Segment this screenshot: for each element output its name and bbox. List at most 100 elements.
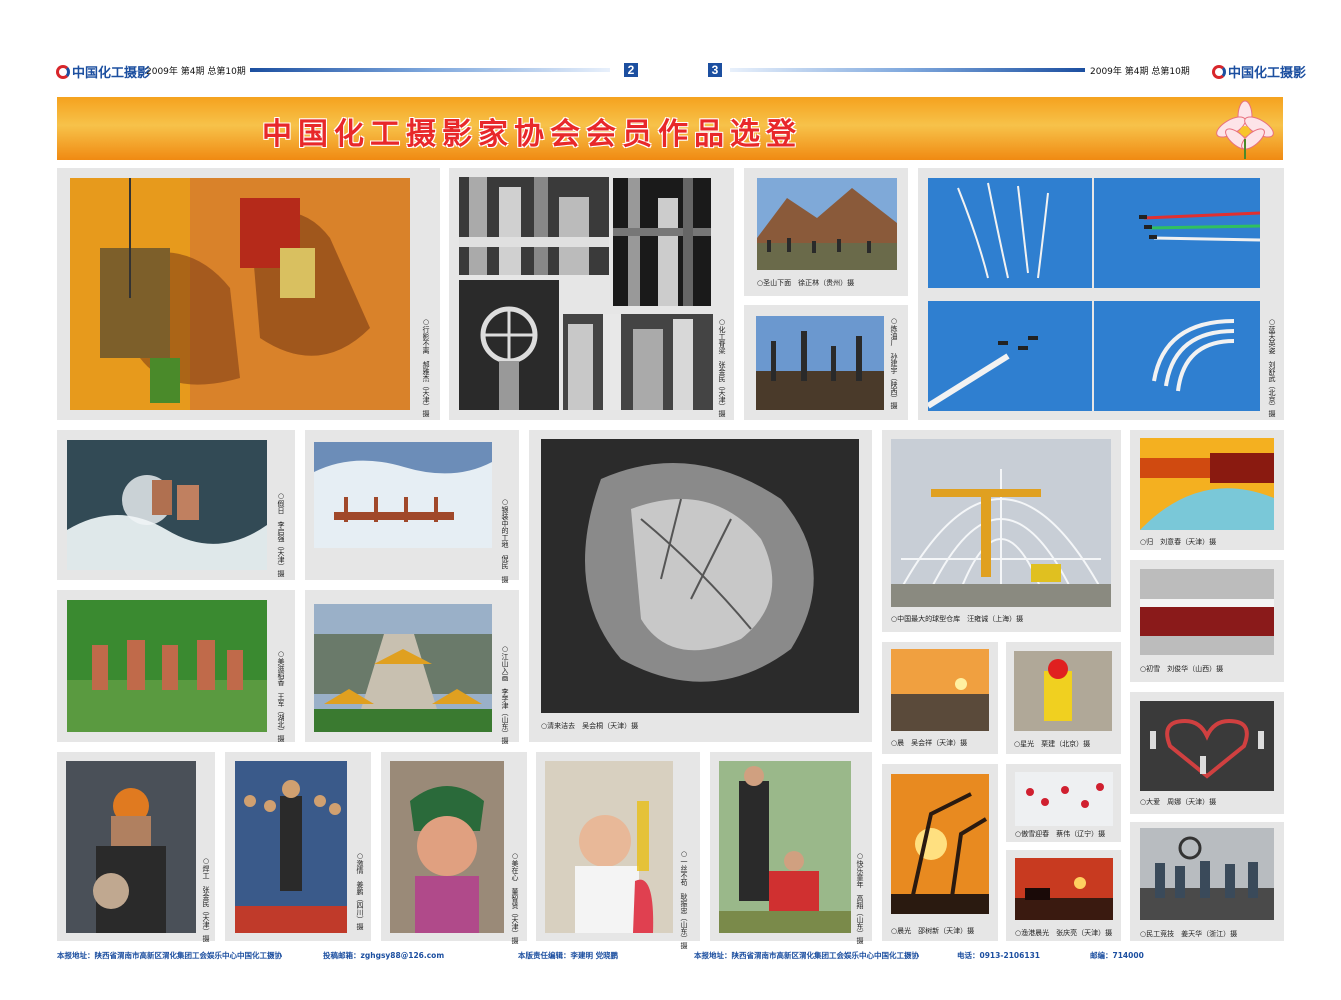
- photo-panel-sacred-mountain: ○圣山下面 徐正林（贵州）摄: [744, 168, 908, 296]
- photo-stage-performer: [235, 761, 347, 933]
- caption: ○江山入画 李学津（山东）摄: [501, 645, 509, 744]
- photo-jets-4: [1094, 301, 1260, 411]
- caption: ○快乐童年 高翔（山东）摄: [856, 852, 864, 944]
- footer-postcode: 邮编：714000: [1090, 951, 1144, 960]
- photo-panel-star: ○星光 栗建（北京）摄: [1006, 642, 1121, 754]
- logo-swirl-icon: [1212, 65, 1226, 79]
- caption: ○大爱 周娜（天津）摄: [1140, 798, 1217, 806]
- photo-panel-shadows: ○行影不离 郝雅杰（天津）摄: [57, 168, 440, 420]
- photo-valve-wheel: [459, 280, 559, 410]
- photo-panel-fishing-port: ○渔港晨光 张庆亮（天津）摄: [1006, 850, 1121, 941]
- photo-pipes-2: [613, 178, 711, 306]
- photo-fishing-port: [1015, 858, 1113, 920]
- photo-holiday-waves: [67, 440, 267, 570]
- photo-swing-children: [719, 761, 851, 933]
- photo-dome-warehouse: [891, 439, 1111, 607]
- banner-title: 中国化工摄影家协会会员作品选登: [262, 117, 802, 152]
- caption: ○激情 姜鹏（四川）摄: [356, 852, 364, 930]
- photo-panel-return: ○归 刘意春（天津）摄: [1130, 430, 1284, 550]
- page-number-right: 3: [708, 63, 722, 77]
- photo-sacred-mountain: [757, 178, 897, 270]
- caption: ○晨光 邵树新（天津）摄: [891, 927, 975, 935]
- photo-jets-1: [928, 178, 1092, 288]
- masthead-rule-left: [250, 68, 610, 72]
- photo-panel-holiday: ○假日 李启强（天津）摄: [57, 430, 295, 580]
- photo-panel-welder: ○焊工 张金民（天津）摄: [57, 752, 215, 942]
- caption: ○归 刘意春（天津）摄: [1140, 538, 1217, 546]
- caption: ○美滋稻香 王军（湖北）摄: [277, 650, 285, 742]
- caption: ○初雪 刘俊华（山西）摄: [1140, 665, 1224, 673]
- caption: ○美在心 董智贤（天津）摄: [511, 852, 519, 944]
- photo-climbers-shadows: [70, 178, 410, 410]
- photo-pipes-1: [459, 177, 609, 275]
- photo-panel-first-snow: ○初雪 刘俊华（山西）摄: [1130, 560, 1284, 682]
- photo-panel-beauty: ○美在心 董智贤（天津）摄: [381, 752, 527, 944]
- masthead-logo-left: 中国化工摄影: [56, 62, 150, 81]
- photo-refinery: [756, 316, 884, 410]
- photo-jets-3: [928, 301, 1092, 411]
- caption: ○清来洁去 吴会桐（天津）摄: [541, 722, 639, 730]
- caption: ○傲雪迎春 蔡伟（辽宁）摄: [1015, 830, 1106, 838]
- caption: ○银装中的工地 倪民 摄: [501, 498, 509, 583]
- footer-email: 投稿邮箱：zghgsy88@126.com: [323, 951, 445, 960]
- photo-welder: [66, 761, 196, 933]
- photo-panel-meticulous: ○一丝不苟 耿振忠（山东）摄: [536, 752, 700, 949]
- logo-text: 中国化工摄影: [72, 65, 151, 80]
- lotus-flower-icon: [1216, 100, 1274, 159]
- footer-phone: 电话：0913-2106131: [957, 951, 1041, 960]
- photo-panel-dome: ○中国最大的球型仓库 汪雍诚（上海）摄: [882, 430, 1121, 632]
- photo-smiling-opera: [390, 761, 504, 933]
- caption: ○行影不离 郝雅杰（天津）摄: [422, 318, 430, 417]
- page-number-left: 2: [624, 63, 638, 77]
- caption: ○化工脊梁 张金民（天津）摄: [718, 318, 726, 417]
- photo-panel-clean: ○清来洁去 吴会桐（天津）摄: [529, 430, 872, 742]
- photo-panel-landscape: ○江山入画 李学津（山东）摄: [305, 590, 519, 744]
- title-banner: 中国化工摄影家协会会员作品选登: [57, 97, 1283, 160]
- photo-panel-rice: ○美滋稻香 王军（湖北）摄: [57, 590, 295, 742]
- photo-panel-childhood: ○快乐童年 高翔（山东）摄: [710, 752, 872, 944]
- photo-panel-dawn: ○晨光 邵树新（天津）摄: [882, 764, 998, 941]
- masthead-logo-right: 中国化工摄影: [1212, 62, 1306, 81]
- photo-river-city: [314, 604, 492, 732]
- caption: ○星光 栗建（北京）摄: [1014, 740, 1091, 748]
- caption: ○假日 李启强（天津）摄: [277, 492, 285, 577]
- photo-panel-snow-spring: ○傲雪迎春 蔡伟（辽宁）摄: [1006, 764, 1121, 842]
- issue-info-right: 2009年 第4期 总第10期: [1090, 67, 1190, 77]
- caption: ○蓝天英姿 刘舒武（北京）摄: [1268, 318, 1276, 417]
- photo-panel-love: ○大爱 周娜（天津）摄: [1130, 692, 1284, 814]
- caption: ○民工竞技 姜天华（浙江）摄: [1140, 930, 1238, 938]
- photo-snow-berries: [1015, 772, 1113, 826]
- caption: ○圣山下面 徐正林（贵州）摄: [757, 279, 855, 287]
- photo-panel-snow-site: ○银装中的工地 倪民 摄: [305, 430, 519, 583]
- photo-dawn-cranes: [891, 774, 989, 914]
- photo-panel-refinery: ○炼油厂 孙建宇（陕西）摄: [744, 305, 908, 420]
- photo-pipes-3: [563, 314, 713, 410]
- photo-snow-construction: [314, 442, 492, 548]
- masthead-rule-right: [730, 68, 1085, 72]
- logo-text: 中国化工摄影: [1228, 65, 1307, 80]
- photo-rice-field: [67, 600, 267, 732]
- photo-panel-migrant-workers: ○民工竞技 姜天华（浙江）摄: [1130, 822, 1284, 941]
- photo-workers-competition: [1140, 828, 1274, 920]
- caption: ○中国最大的球型仓库 汪雍诚（上海）摄: [891, 615, 1024, 623]
- caption: ○焊工 张金民（天津）摄: [202, 857, 210, 942]
- photo-morning-river: [891, 649, 989, 731]
- photo-child-telescope: [1014, 651, 1112, 731]
- footer-address-right: 本报地址：陕西省渭南市高新区渭化集团工会娱乐中心中国化工摄协: [694, 951, 919, 960]
- photo-return-river: [1140, 438, 1274, 530]
- caption: ○渔港晨光 张庆亮（天津）摄: [1015, 929, 1113, 937]
- caption: ○晨 吴会祥（天津）摄: [891, 739, 968, 747]
- photo-panel-passion: ○激情 姜鹏（四川）摄: [225, 752, 371, 941]
- photo-panel-air-show: ○蓝天英姿 刘舒武（北京）摄: [918, 168, 1284, 420]
- photo-heart-formation: [1140, 701, 1274, 791]
- photo-first-snow: [1140, 569, 1274, 655]
- photo-panel-morning: ○晨 吴会祥（天津）摄: [882, 642, 998, 754]
- footer-editor: 本版责任编辑：李建明 党晓鹏: [518, 951, 619, 960]
- photo-lab-technician: [545, 761, 673, 933]
- photo-cabbage-leaf: [541, 439, 859, 713]
- footer-address-left: 本报地址：陕西省渭南市高新区渭化集团工会娱乐中心中国化工摄协: [57, 951, 282, 960]
- issue-info-left: 2009年 第4期 总第10期: [146, 67, 246, 77]
- photo-jets-2: [1094, 178, 1260, 288]
- caption: ○炼油厂 孙建宇（陕西）摄: [890, 317, 898, 409]
- photo-panel-industry: ○化工脊梁 张金民（天津）摄: [449, 168, 734, 420]
